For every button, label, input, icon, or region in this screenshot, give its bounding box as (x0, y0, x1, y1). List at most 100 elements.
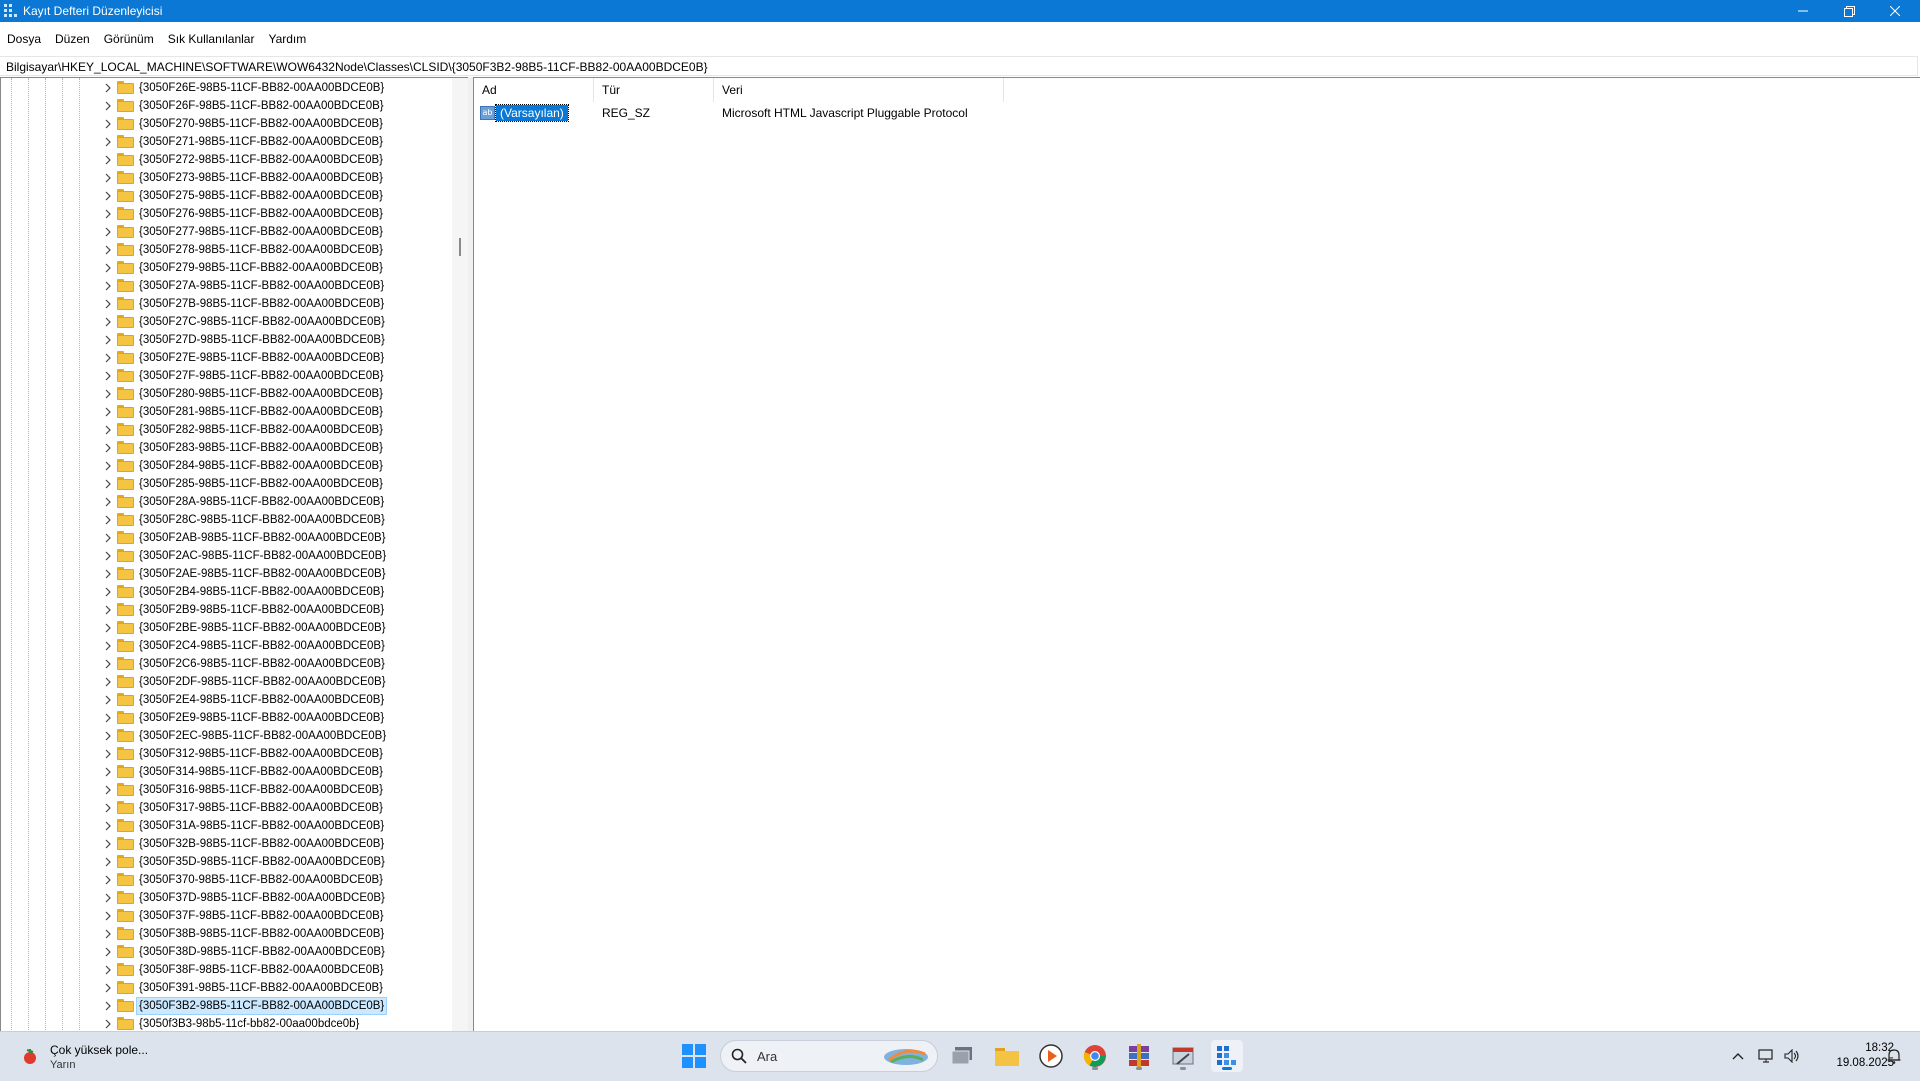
menu-help[interactable]: Yardım (261, 29, 313, 49)
tree-item[interactable]: {3050F32B-98B5-11CF-BB82-00AA00BDCE0B} (1, 835, 421, 853)
chevron-right-icon[interactable] (103, 317, 113, 327)
tree-item[interactable]: {3050F284-98B5-11CF-BB82-00AA00BDCE0B} (1, 457, 421, 475)
start-button[interactable] (678, 1040, 710, 1072)
tree-item[interactable]: {3050F317-98B5-11CF-BB82-00AA00BDCE0B} (1, 799, 421, 817)
media-player-button[interactable] (1035, 1040, 1067, 1072)
restore-button[interactable] (1826, 0, 1872, 22)
tree-item[interactable]: {3050F275-98B5-11CF-BB82-00AA00BDCE0B} (1, 187, 421, 205)
chevron-right-icon[interactable] (103, 209, 113, 219)
tree-scrollbar[interactable] (452, 78, 468, 1032)
chevron-right-icon[interactable] (103, 1001, 113, 1011)
chevron-right-icon[interactable] (103, 785, 113, 795)
tree-item[interactable]: {3050F314-98B5-11CF-BB82-00AA00BDCE0B} (1, 763, 421, 781)
chevron-right-icon[interactable] (103, 641, 113, 651)
tree-item[interactable]: {3050F28C-98B5-11CF-BB82-00AA00BDCE0B} (1, 511, 421, 529)
tree-item[interactable]: {3050F312-98B5-11CF-BB82-00AA00BDCE0B} (1, 745, 421, 763)
tree-item[interactable]: {3050F2AB-98B5-11CF-BB82-00AA00BDCE0B} (1, 529, 421, 547)
tree-item[interactable]: {3050F316-98B5-11CF-BB82-00AA00BDCE0B} (1, 781, 421, 799)
chevron-right-icon[interactable] (103, 893, 113, 903)
menu-view[interactable]: Görünüm (97, 29, 161, 49)
key-tree[interactable]: {3050F26E-98B5-11CF-BB82-00AA00BDCE0B} {3… (0, 77, 469, 1032)
chevron-right-icon[interactable] (103, 407, 113, 417)
chevron-right-icon[interactable] (103, 839, 113, 849)
chevron-right-icon[interactable] (103, 1019, 113, 1029)
chevron-right-icon[interactable] (103, 137, 113, 147)
tree-item[interactable]: {3050F37D-98B5-11CF-BB82-00AA00BDCE0B} (1, 889, 421, 907)
chevron-right-icon[interactable] (103, 749, 113, 759)
tree-item[interactable]: {3050F2E9-98B5-11CF-BB82-00AA00BDCE0B} (1, 709, 421, 727)
tree-item[interactable]: {3050F27A-98B5-11CF-BB82-00AA00BDCE0B} (1, 277, 421, 295)
chevron-right-icon[interactable] (103, 929, 113, 939)
file-explorer-button[interactable] (991, 1040, 1023, 1072)
chevron-right-icon[interactable] (103, 947, 113, 957)
tree-item[interactable]: {3050F37F-98B5-11CF-BB82-00AA00BDCE0B} (1, 907, 421, 925)
registry-editor-button[interactable] (1211, 1040, 1243, 1072)
chevron-right-icon[interactable] (103, 587, 113, 597)
notifications-button[interactable] (1880, 1040, 1908, 1072)
chevron-right-icon[interactable] (103, 425, 113, 435)
chevron-right-icon[interactable] (103, 533, 113, 543)
tree-item[interactable]: {3050F38D-98B5-11CF-BB82-00AA00BDCE0B} (1, 943, 421, 961)
chevron-right-icon[interactable] (103, 227, 113, 237)
tree-item[interactable]: {3050F278-98B5-11CF-BB82-00AA00BDCE0B} (1, 241, 421, 259)
tree-item[interactable]: {3050F2BE-98B5-11CF-BB82-00AA00BDCE0B} (1, 619, 421, 637)
title-bar[interactable]: Kayıt Defteri Düzenleyicisi (0, 0, 1920, 22)
chevron-right-icon[interactable] (103, 677, 113, 687)
tree-item[interactable]: {3050F276-98B5-11CF-BB82-00AA00BDCE0B} (1, 205, 421, 223)
chevron-right-icon[interactable] (103, 263, 113, 273)
tree-item[interactable]: {3050F2AE-98B5-11CF-BB82-00AA00BDCE0B} (1, 565, 421, 583)
tree-scrollbar-thumb[interactable] (459, 238, 461, 256)
minimize-button[interactable] (1780, 0, 1826, 22)
tree-item[interactable]: {3050F285-98B5-11CF-BB82-00AA00BDCE0B} (1, 475, 421, 493)
chevron-right-icon[interactable] (103, 299, 113, 309)
tree-item[interactable]: {3050F38F-98B5-11CF-BB82-00AA00BDCE0B} (1, 961, 421, 979)
chevron-right-icon[interactable] (103, 155, 113, 165)
chevron-right-icon[interactable] (103, 857, 113, 867)
chevron-right-icon[interactable] (103, 497, 113, 507)
tree-item[interactable]: {3050F282-98B5-11CF-BB82-00AA00BDCE0B} (1, 421, 421, 439)
chevron-right-icon[interactable] (103, 713, 113, 723)
chevron-right-icon[interactable] (103, 353, 113, 363)
value-list[interactable]: Ad Tür Veri ab (Varsayılan) REG_SZ Micro… (473, 77, 1920, 1032)
tree-item[interactable]: {3050F391-98B5-11CF-BB82-00AA00BDCE0B} (1, 979, 421, 997)
chevron-right-icon[interactable] (103, 515, 113, 525)
tree-item[interactable]: {3050F271-98B5-11CF-BB82-00AA00BDCE0B} (1, 133, 421, 151)
tree-item[interactable]: {3050F38B-98B5-11CF-BB82-00AA00BDCE0B} (1, 925, 421, 943)
tree-item[interactable]: {3050F279-98B5-11CF-BB82-00AA00BDCE0B} (1, 259, 421, 277)
tree-item[interactable]: {3050F35D-98B5-11CF-BB82-00AA00BDCE0B} (1, 853, 421, 871)
address-bar[interactable]: Bilgisayar\HKEY_LOCAL_MACHINE\SOFTWARE\W… (0, 56, 1918, 76)
chevron-right-icon[interactable] (103, 551, 113, 561)
chevron-right-icon[interactable] (103, 731, 113, 741)
tree-item[interactable]: {3050F280-98B5-11CF-BB82-00AA00BDCE0B} (1, 385, 421, 403)
chevron-right-icon[interactable] (103, 911, 113, 921)
tree-item[interactable]: {3050F2AC-98B5-11CF-BB82-00AA00BDCE0B} (1, 547, 421, 565)
chevron-right-icon[interactable] (103, 479, 113, 489)
chevron-right-icon[interactable] (103, 461, 113, 471)
chevron-right-icon[interactable] (103, 821, 113, 831)
chevron-right-icon[interactable] (103, 245, 113, 255)
tree-item[interactable]: {3050F27E-98B5-11CF-BB82-00AA00BDCE0B} (1, 349, 421, 367)
network-button[interactable] (1754, 1040, 1778, 1072)
snipping-tool-button[interactable] (1167, 1040, 1199, 1072)
tree-item[interactable]: {3050F2DF-98B5-11CF-BB82-00AA00BDCE0B} (1, 673, 421, 691)
chevron-right-icon[interactable] (103, 767, 113, 777)
chevron-right-icon[interactable] (103, 605, 113, 615)
chevron-right-icon[interactable] (103, 443, 113, 453)
tree-item[interactable]: {3050F2EC-98B5-11CF-BB82-00AA00BDCE0B} (1, 727, 421, 745)
chevron-right-icon[interactable] (103, 569, 113, 579)
show-hidden-icons-button[interactable] (1723, 1040, 1753, 1072)
chevron-right-icon[interactable] (103, 281, 113, 291)
winrar-button[interactable] (1123, 1040, 1155, 1072)
column-type-header[interactable]: Tür (594, 78, 714, 102)
chevron-right-icon[interactable] (103, 119, 113, 129)
chevron-right-icon[interactable] (103, 623, 113, 633)
tree-item[interactable]: {3050F370-98B5-11CF-BB82-00AA00BDCE0B} (1, 871, 421, 889)
tree-item[interactable]: {3050F277-98B5-11CF-BB82-00AA00BDCE0B} (1, 223, 421, 241)
chevron-right-icon[interactable] (103, 389, 113, 399)
column-data-header[interactable]: Veri (714, 78, 1004, 102)
volume-button[interactable] (1780, 1040, 1804, 1072)
menu-edit[interactable]: Düzen (48, 29, 97, 49)
chevron-right-icon[interactable] (103, 659, 113, 669)
tree-item[interactable]: {3050F2B4-98B5-11CF-BB82-00AA00BDCE0B} (1, 583, 421, 601)
tree-item-selected[interactable]: {3050F3B2-98B5-11CF-BB82-00AA00BDCE0B} (1, 997, 421, 1015)
